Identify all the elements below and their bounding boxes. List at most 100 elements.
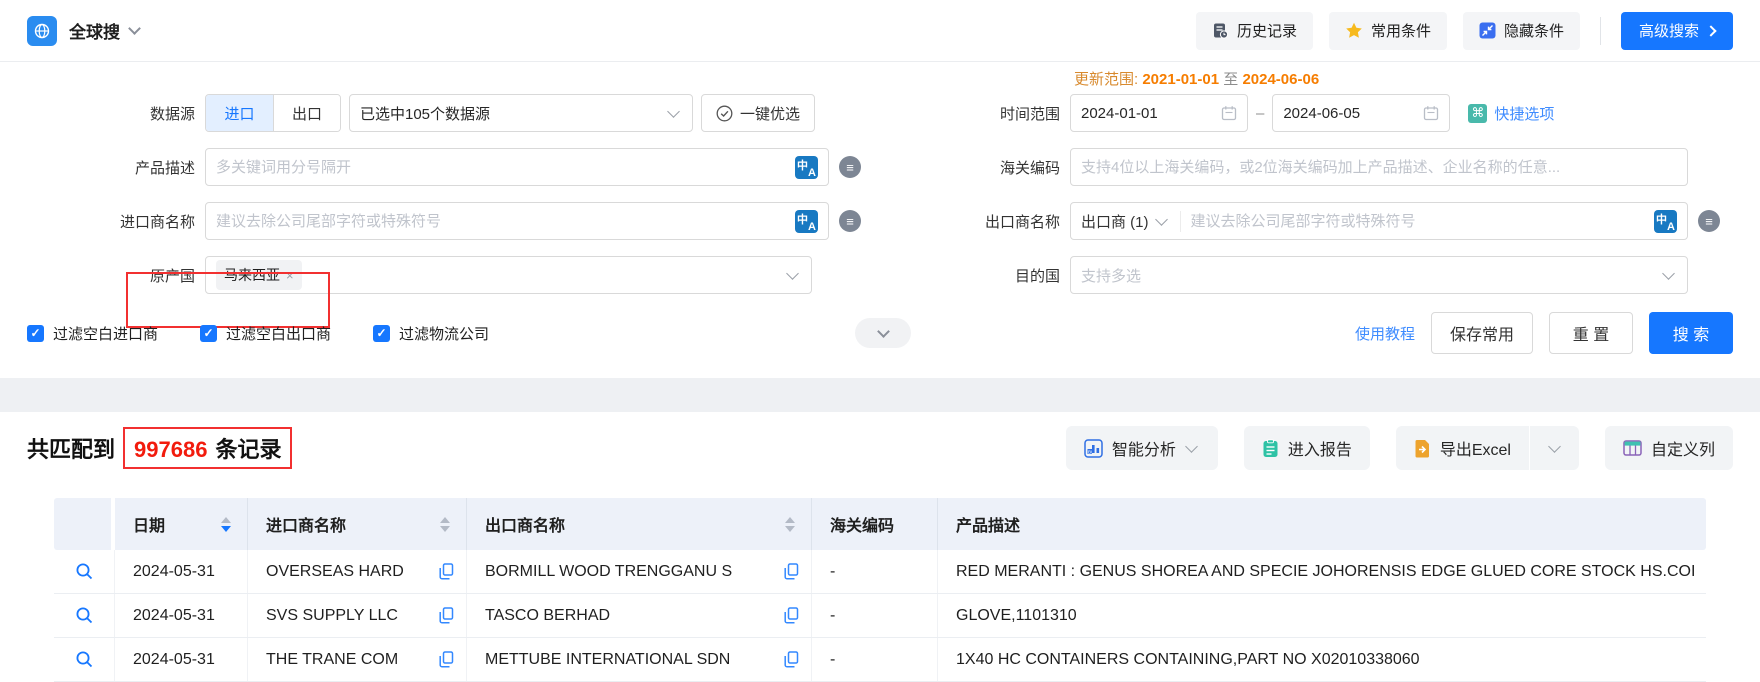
report-icon [1262, 439, 1279, 458]
tab-export[interactable]: 出口 [273, 95, 340, 131]
sort-icons[interactable] [440, 517, 450, 532]
datasource-select[interactable]: 已选中105个数据源 [349, 94, 693, 132]
origin-country-label: 原产国 [0, 265, 205, 286]
date-from-input[interactable] [1070, 94, 1248, 132]
export-excel-button[interactable]: 导出Excel [1396, 426, 1529, 470]
checkbox-label: 过滤物流公司 [399, 323, 489, 344]
destination-select[interactable]: 支持多选 [1070, 256, 1688, 294]
app-switch-chevron-icon[interactable] [128, 22, 141, 35]
time-range-label: 时间范围 [875, 103, 1070, 124]
product-desc-field[interactable] [216, 159, 787, 176]
exclude-keywords-icon[interactable]: ≡ [1698, 210, 1720, 232]
reset-button[interactable]: 重 置 [1549, 312, 1633, 354]
origin-country-tag-label: 马来西亚 [224, 265, 280, 285]
date-to-input[interactable] [1272, 94, 1450, 132]
table-row: 2024-05-31 SVS SUPPLY LLC TASCO BERHAD -… [54, 594, 1706, 638]
datasource-selected-value: 已选中105个数据源 [360, 103, 661, 124]
sort-asc-icon [221, 517, 231, 523]
top-bar: 全球搜 历史记录 常用条件 [0, 0, 1760, 62]
history-button[interactable]: 历史记录 [1196, 12, 1313, 50]
translate-icon[interactable]: 中A [795, 210, 818, 233]
header-desc-label: 产品描述 [956, 512, 1020, 536]
copy-icon[interactable] [439, 563, 454, 580]
header-exporter[interactable]: 出口商名称 [467, 498, 812, 550]
filter-actions-row: ✓ 过滤空白进口商 ✓ 过滤空白出口商 ✓ 过滤物流公司 使用教程 保存常用 重… [0, 308, 1760, 358]
app-title: 全球搜 [69, 18, 120, 43]
origin-country-select[interactable]: 马来西亚 × [205, 256, 812, 294]
chevron-down-icon [877, 325, 890, 338]
date-from-value[interactable] [1081, 105, 1215, 122]
search-button[interactable]: 搜 索 [1649, 312, 1733, 354]
quick-options-button[interactable]: ⌘ 快捷选项 [1468, 103, 1554, 124]
copy-icon[interactable] [439, 651, 454, 668]
custom-columns-label: 自定义列 [1651, 436, 1715, 460]
copy-icon[interactable] [784, 651, 799, 668]
row-detail-cell [54, 638, 115, 681]
favorite-conditions-button[interactable]: 常用条件 [1329, 12, 1447, 50]
filter-blank-exporter-checkbox[interactable]: ✓ 过滤空白出口商 [200, 323, 331, 344]
checkbox-checked-icon: ✓ [200, 325, 217, 342]
product-desc-label: 产品描述 [0, 157, 205, 178]
favorites-label: 常用条件 [1371, 20, 1431, 41]
exporter-input[interactable]: 出口商 (1) 中A [1070, 202, 1688, 240]
calendar-icon [1423, 105, 1439, 121]
checkbox-checked-icon: ✓ [27, 325, 44, 342]
header-hs-code: 海关编码 [812, 498, 938, 550]
tutorial-link[interactable]: 使用教程 [1355, 323, 1415, 344]
columns-icon [1623, 440, 1642, 456]
sort-icons[interactable] [221, 517, 231, 532]
history-icon [1212, 22, 1229, 39]
exclude-keywords-icon[interactable]: ≡ [839, 210, 861, 232]
close-icon[interactable]: × [286, 268, 294, 283]
table-row: 2024-05-31 OVERSEAS HARD BORMILL WOOD TR… [54, 550, 1706, 594]
hs-code-input[interactable] [1070, 148, 1688, 186]
hs-code-cell: - [812, 638, 938, 681]
magnifier-icon[interactable] [75, 650, 94, 669]
importer-input[interactable]: 中A [205, 202, 829, 240]
product-desc-input[interactable]: 中A [205, 148, 829, 186]
smart-analysis-button[interactable]: BI 智能分析 [1066, 426, 1218, 470]
importer-field[interactable] [216, 213, 787, 230]
exporter-cell: BORMILL WOOD TRENGGANU S [467, 550, 812, 593]
custom-columns-button[interactable]: 自定义列 [1605, 426, 1733, 470]
command-icon: ⌘ [1468, 104, 1487, 123]
translate-icon[interactable]: 中A [795, 156, 818, 179]
match-count-value: 997686 [134, 437, 207, 463]
sort-icons[interactable] [785, 517, 795, 532]
tab-import[interactable]: 进口 [206, 95, 273, 131]
history-label: 历史记录 [1237, 20, 1297, 41]
advanced-search-button[interactable]: 高级搜索 [1621, 12, 1733, 50]
sort-asc-icon [785, 517, 795, 523]
exporter-cell: TASCO BERHAD [467, 594, 812, 637]
expand-more-conditions-button[interactable] [855, 318, 911, 348]
checkbox-checked-icon: ✓ [373, 325, 390, 342]
hs-code-field[interactable] [1081, 159, 1677, 176]
results-action-buttons: BI 智能分析 进入报告 [1066, 426, 1733, 470]
origin-country-tag[interactable]: 马来西亚 × [216, 260, 302, 290]
exporter-field[interactable] [1191, 213, 1646, 230]
hide-conditions-button[interactable]: 隐藏条件 [1463, 12, 1580, 50]
enter-report-button[interactable]: 进入报告 [1244, 426, 1370, 470]
advanced-search-label: 高级搜索 [1639, 20, 1699, 41]
header-importer[interactable]: 进口商名称 [248, 498, 467, 550]
filter-blank-importer-checkbox[interactable]: ✓ 过滤空白进口商 [27, 323, 158, 344]
chevron-down-icon [1185, 440, 1198, 453]
magnifier-icon[interactable] [75, 606, 94, 625]
header-date[interactable]: 日期 [115, 498, 248, 550]
translate-icon[interactable]: 中A [1654, 210, 1677, 233]
magnifier-icon[interactable] [75, 562, 94, 581]
header-hs-label: 海关编码 [830, 512, 894, 536]
exporter-type-value: 出口商 (1) [1081, 211, 1149, 232]
update-range-to-word: 至 [1223, 71, 1238, 88]
filter-logistics-checkbox[interactable]: ✓ 过滤物流公司 [373, 323, 489, 344]
copy-icon[interactable] [784, 607, 799, 624]
results-table: 日期 进口商名称 出口商名称 [54, 498, 1706, 682]
copy-icon[interactable] [439, 607, 454, 624]
exporter-type-select[interactable]: 出口商 (1) [1081, 211, 1181, 232]
date-to-value[interactable] [1283, 105, 1417, 122]
exclude-keywords-icon[interactable]: ≡ [839, 156, 861, 178]
save-common-button[interactable]: 保存常用 [1431, 312, 1533, 354]
copy-icon[interactable] [784, 563, 799, 580]
one-click-optimize-button[interactable]: 一键优选 [701, 94, 815, 132]
export-more-button[interactable] [1529, 426, 1579, 470]
